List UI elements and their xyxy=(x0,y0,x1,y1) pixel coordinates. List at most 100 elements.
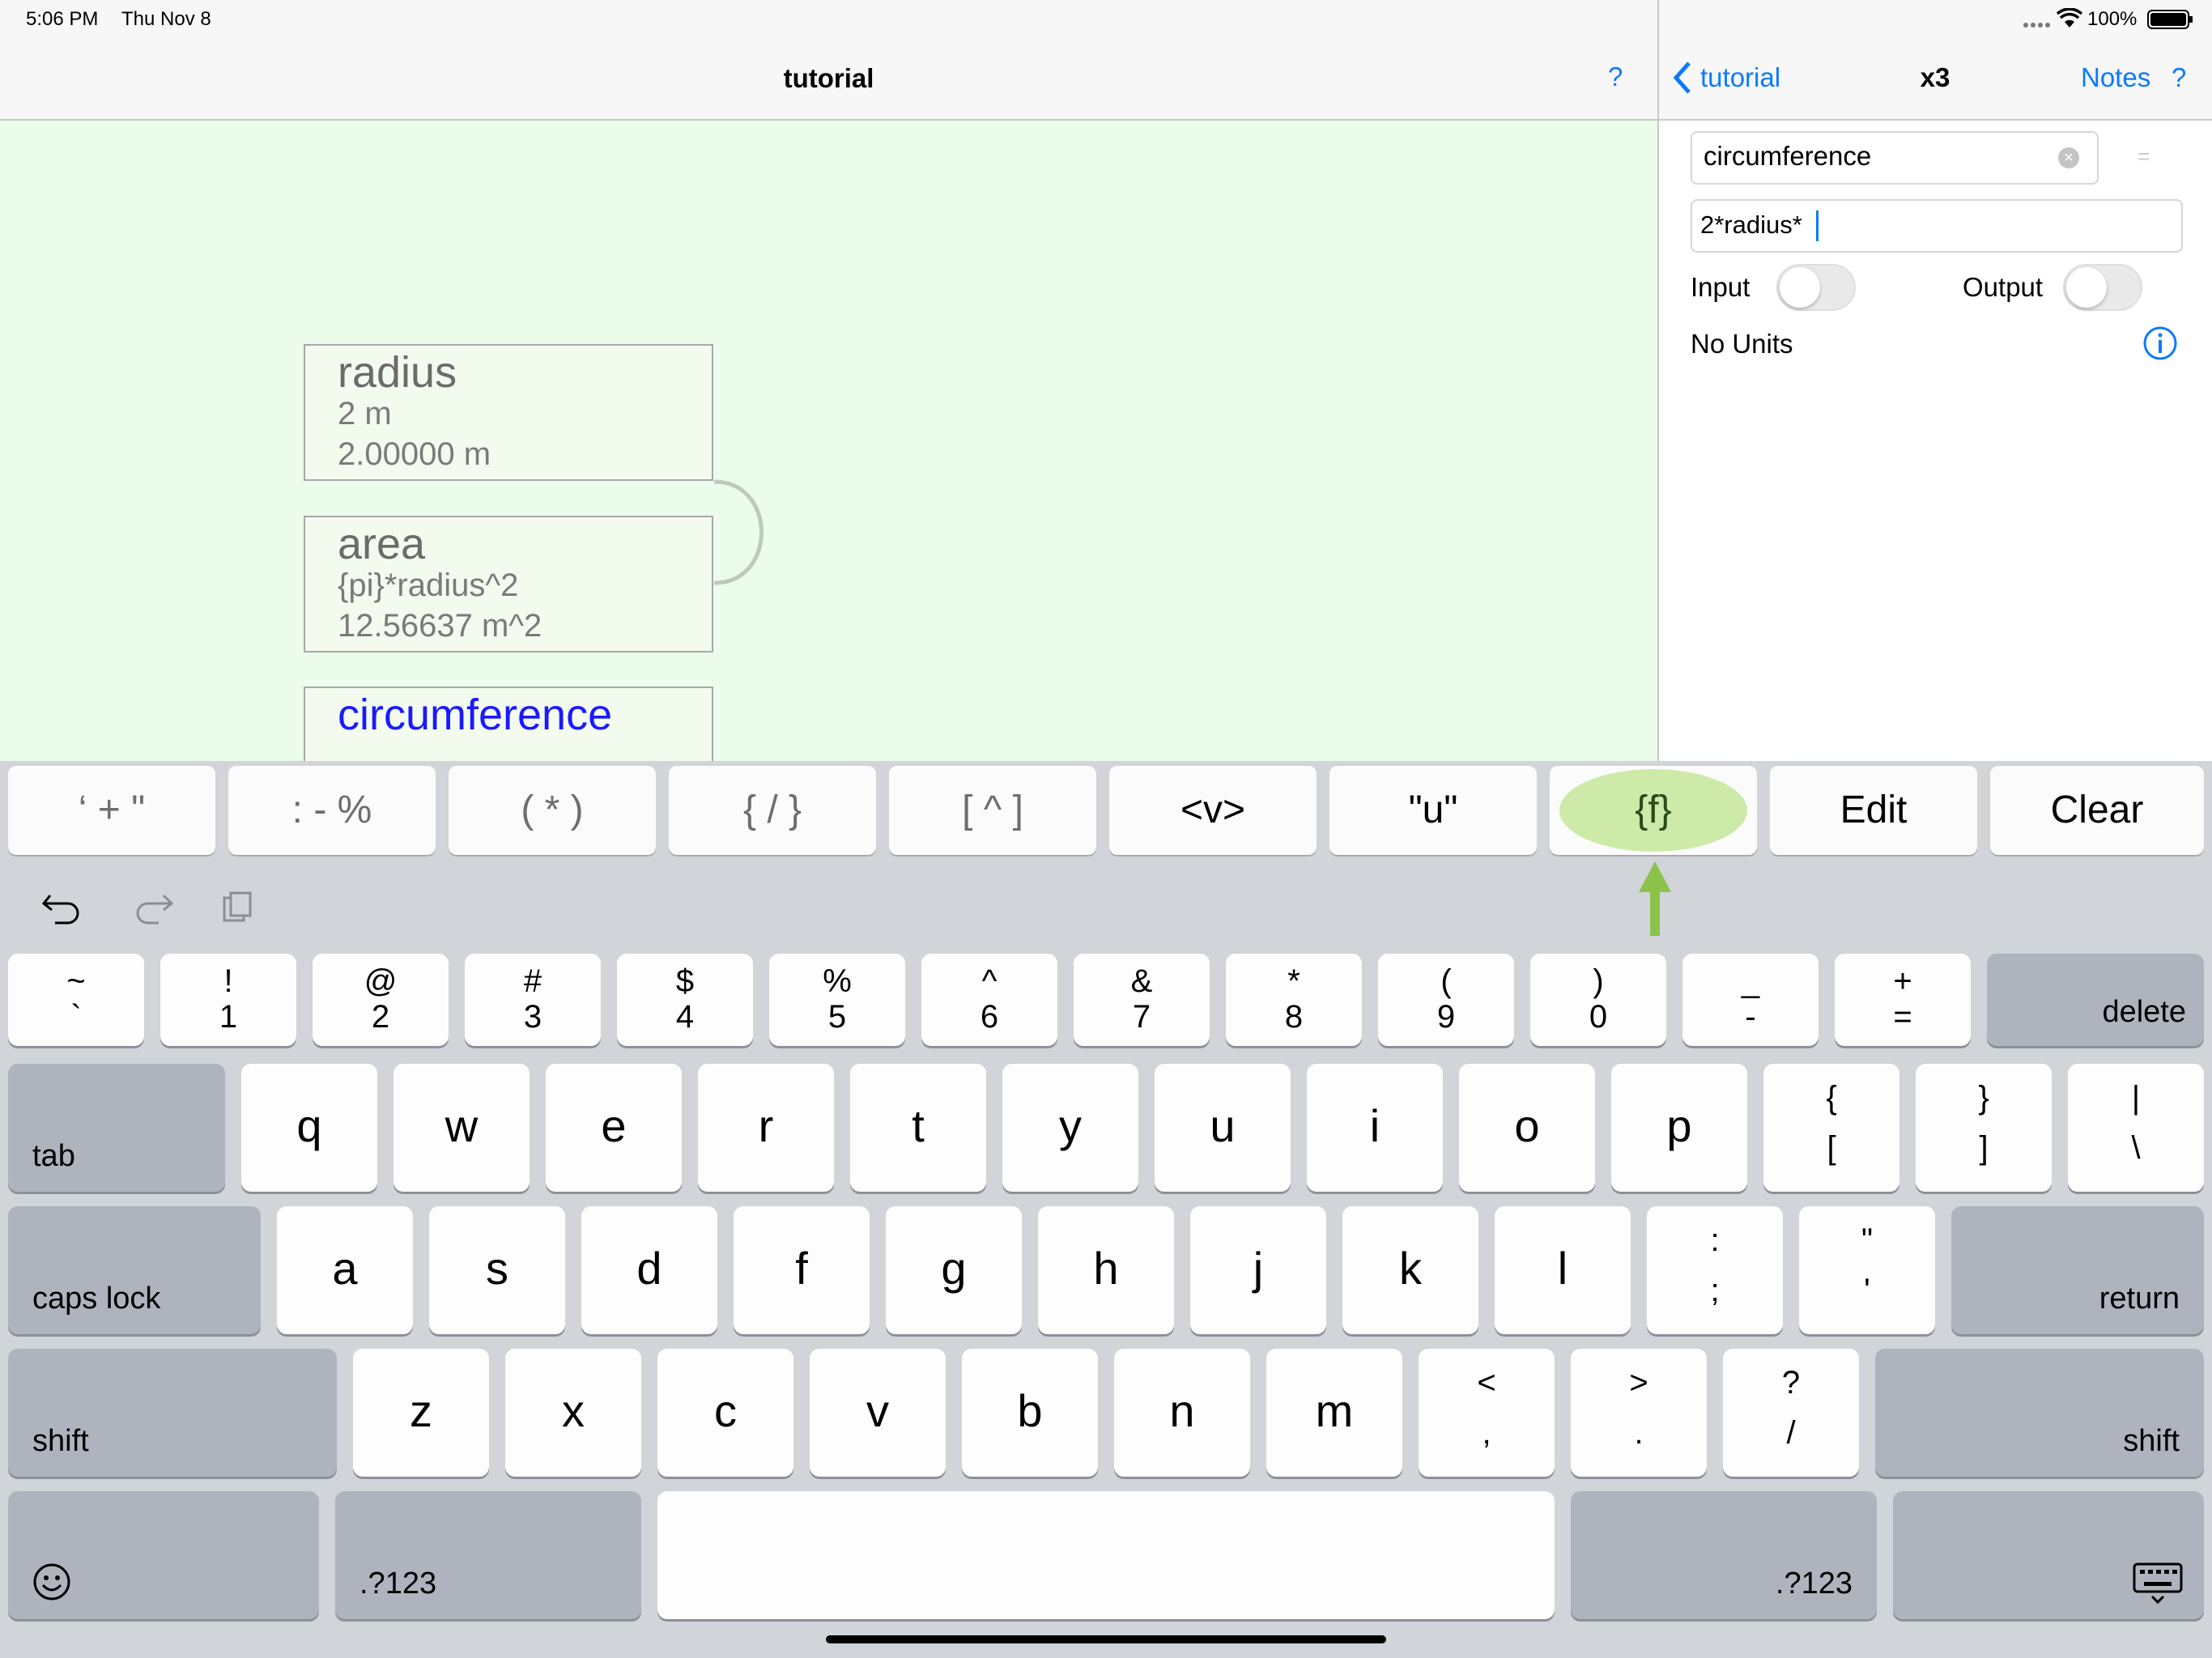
tab-key[interactable]: tab xyxy=(8,1064,225,1192)
key-e[interactable]: e xyxy=(546,1064,682,1192)
key-m[interactable]: m xyxy=(1266,1349,1402,1477)
name-field[interactable]: circumference × xyxy=(1691,131,2099,185)
key-c[interactable]: c xyxy=(657,1349,793,1477)
numbers-key-right[interactable]: .?123 xyxy=(1571,1491,1877,1619)
key-d[interactable]: d xyxy=(581,1206,717,1334)
wifi-icon xyxy=(2056,7,2083,33)
key-f[interactable]: f xyxy=(734,1206,870,1334)
back-button[interactable]: tutorial xyxy=(1700,62,1780,93)
key-p[interactable]: p xyxy=(1611,1064,1747,1192)
accessory-key-function[interactable]: {f} xyxy=(1550,766,1757,855)
text-cursor xyxy=(1816,210,1819,241)
help-button[interactable]: ? xyxy=(2172,62,2186,93)
key-9[interactable]: (9 xyxy=(1378,954,1514,1046)
info-icon[interactable] xyxy=(2142,325,2178,365)
key-backslash[interactable]: | \ xyxy=(2068,1064,2204,1192)
key-t[interactable]: t xyxy=(850,1064,986,1192)
undo-icon[interactable] xyxy=(41,889,84,929)
key-1[interactable]: ! 1 xyxy=(160,954,296,1046)
left-navigation-bar xyxy=(0,0,1657,121)
key-x[interactable]: x xyxy=(505,1349,641,1477)
node-circumference[interactable]: circumference xyxy=(304,687,713,761)
key-4[interactable]: $4 xyxy=(617,954,753,1046)
input-toggle[interactable] xyxy=(1776,264,1856,311)
key-6[interactable]: ^ 6 xyxy=(921,954,1057,1046)
key-w[interactable]: w xyxy=(393,1064,530,1192)
key-r[interactable]: r xyxy=(698,1064,834,1192)
key-v[interactable]: v xyxy=(810,1349,946,1477)
name-field-value: circumference xyxy=(1704,141,1872,171)
key-comma[interactable]: <, xyxy=(1419,1349,1555,1477)
expression-field[interactable]: 2*radius* xyxy=(1691,199,2183,253)
key-z[interactable]: z xyxy=(353,1349,489,1477)
dismiss-keyboard-key[interactable] xyxy=(1893,1491,2204,1619)
key-2[interactable]: @2 xyxy=(313,954,449,1046)
status-time: 5:06 PM xyxy=(26,8,99,30)
return-key[interactable]: return xyxy=(1951,1206,2204,1334)
key-minus[interactable]: _ - xyxy=(1682,954,1819,1046)
key-h[interactable]: h xyxy=(1038,1206,1174,1334)
units-label: No Units xyxy=(1691,329,1793,359)
caps-lock-key[interactable]: caps lock xyxy=(8,1206,261,1334)
key-5[interactable]: % 5 xyxy=(769,954,905,1046)
key-b[interactable]: b xyxy=(962,1349,1098,1477)
key-open-bracket[interactable]: {[ xyxy=(1763,1064,1899,1192)
key-0[interactable]: ) 0 xyxy=(1530,954,1666,1046)
back-chevron-icon[interactable] xyxy=(1671,60,1694,100)
accessory-key-units[interactable]: "u" xyxy=(1329,766,1537,855)
key-y[interactable]: y xyxy=(1002,1064,1138,1192)
battery-icon xyxy=(2147,10,2193,29)
accessory-key-brace-divide[interactable]: { / } xyxy=(669,766,876,855)
node-expression: {pi}*radius^2 xyxy=(338,568,519,603)
paste-icon[interactable] xyxy=(222,891,254,929)
output-toggle[interactable] xyxy=(2063,264,2142,311)
key-o[interactable]: o xyxy=(1459,1064,1595,1192)
accessory-key-vector[interactable]: <v> xyxy=(1109,766,1317,855)
node-expression: 2 m xyxy=(338,396,392,432)
clear-button[interactable]: Clear xyxy=(1990,766,2204,855)
key-3[interactable]: #3 xyxy=(465,954,601,1046)
key-g[interactable]: g xyxy=(886,1206,1022,1334)
key-q[interactable]: q xyxy=(241,1064,377,1192)
key-s[interactable]: s xyxy=(429,1206,565,1334)
redo-icon[interactable] xyxy=(131,889,174,929)
space-bar[interactable] xyxy=(657,1491,1555,1619)
accessory-key-paren-multiply[interactable]: ( * ) xyxy=(449,766,656,855)
key-k[interactable]: k xyxy=(1342,1206,1478,1334)
key-equals[interactable]: + = xyxy=(1835,954,1971,1046)
inspector-title: x3 xyxy=(1920,62,1950,92)
delete-key[interactable]: delete xyxy=(1987,954,2204,1046)
help-button[interactable]: ? xyxy=(1608,62,1623,92)
node-area[interactable]: area {pi}*radius^2 12.56637 m^2 xyxy=(304,516,713,653)
key-quote[interactable]: " ' xyxy=(1799,1206,1935,1334)
key-n[interactable]: n xyxy=(1114,1349,1250,1477)
edit-button[interactable]: Edit xyxy=(1770,766,1977,855)
key-l[interactable]: l xyxy=(1495,1206,1631,1334)
key-a[interactable]: a xyxy=(277,1206,413,1334)
accessory-key-quote-plus[interactable]: ‘ + " xyxy=(8,766,215,855)
clear-icon[interactable]: × xyxy=(2058,147,2079,168)
key-period[interactable]: >. xyxy=(1571,1349,1707,1477)
notes-button[interactable]: Notes xyxy=(2081,62,2150,93)
accessory-key-colon-minus[interactable]: : - % xyxy=(228,766,436,855)
emoji-icon xyxy=(33,1563,70,1601)
emoji-key[interactable] xyxy=(8,1491,319,1619)
left-shift-key[interactable]: shift xyxy=(8,1349,337,1477)
key-7[interactable]: & 7 xyxy=(1074,954,1210,1046)
key-semicolon[interactable]: :; xyxy=(1647,1206,1783,1334)
key-8[interactable]: * 8 xyxy=(1226,954,1362,1046)
input-label: Input xyxy=(1691,272,1750,302)
key-tilde[interactable]: ~ ` xyxy=(8,954,144,1046)
numbers-key-left[interactable]: .?123 xyxy=(335,1491,641,1619)
node-radius[interactable]: radius 2 m 2.00000 m xyxy=(304,344,713,481)
key-close-bracket[interactable]: }] xyxy=(1916,1064,2052,1192)
accessory-key-bracket-power[interactable]: [ ^ ] xyxy=(889,766,1096,855)
key-j[interactable]: j xyxy=(1190,1206,1326,1334)
node-value: 2.00000 m xyxy=(338,436,491,472)
key-slash[interactable]: ? / xyxy=(1723,1349,1859,1477)
right-shift-key[interactable]: shift xyxy=(1875,1349,2204,1477)
key-u[interactable]: u xyxy=(1155,1064,1291,1192)
key-i[interactable]: i xyxy=(1307,1064,1443,1192)
node-name: area xyxy=(338,520,426,568)
keyboard-dismiss-icon xyxy=(2133,1562,2183,1605)
